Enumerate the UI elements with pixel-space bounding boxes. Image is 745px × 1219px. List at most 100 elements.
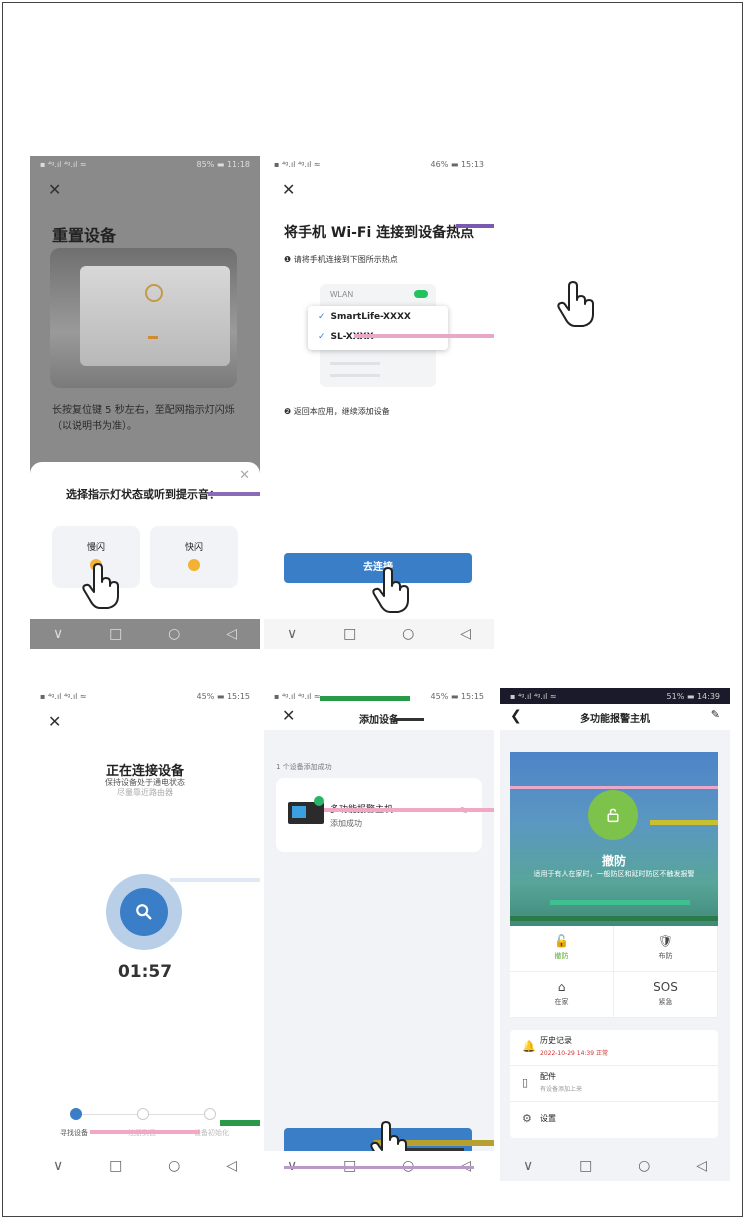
home-mode-button[interactable]: ⌂ 在家 bbox=[510, 972, 614, 1018]
menu-sub: 有设备添加上来 bbox=[540, 1086, 583, 1093]
nav-triangle-icon[interactable]: ◁ bbox=[696, 1158, 707, 1174]
page-title: 多功能报警主机 bbox=[580, 714, 650, 725]
unlock-icon: 🔓 bbox=[554, 934, 569, 948]
nav-back-icon[interactable]: ∨ bbox=[53, 626, 63, 642]
placeholder-line bbox=[330, 362, 380, 365]
signal-indicator: ▪ ⁴ᵍ.ıl ⁴ᵍ.ıl ≈ bbox=[274, 692, 321, 701]
hotspot-name: SmartLife-XXXX bbox=[330, 312, 411, 322]
option-label: 快闪 bbox=[184, 543, 203, 553]
page-title: 正在连接设备 bbox=[105, 764, 184, 779]
close-icon[interactable]: ✕ bbox=[48, 180, 61, 199]
edit-icon[interactable]: ✎ bbox=[711, 708, 720, 721]
tap-hand-icon bbox=[370, 566, 410, 614]
glitch-bar bbox=[354, 334, 494, 338]
nav-home-icon[interactable]: ○ bbox=[638, 1158, 650, 1174]
tap-hand-icon bbox=[80, 562, 120, 610]
arm-mode: 撤防 bbox=[601, 854, 626, 868]
option-label: 慢闪 bbox=[86, 543, 105, 553]
disarm-button[interactable]: 🔓 撤防 bbox=[510, 926, 614, 972]
mode-label: 在家 bbox=[554, 998, 569, 1006]
nav-home-icon[interactable]: ○ bbox=[168, 1158, 180, 1174]
hotspot-item: ✓ SmartLife-XXXX bbox=[318, 312, 411, 322]
step-dot bbox=[137, 1108, 149, 1120]
countdown-timer: 01:57 bbox=[117, 962, 173, 982]
reset-device-screen: ▪ ⁴ᵍ.ıl ⁴ᵍ.ıl ≈ 85% ▬ 11:18 ✕ 重置设备 长按复位键… bbox=[30, 156, 260, 649]
nav-square-icon[interactable]: □ bbox=[109, 626, 122, 642]
battery-time: 51% ▬ 14:39 bbox=[666, 692, 720, 701]
page-title: 重置设备 bbox=[52, 226, 117, 245]
nav-square-icon[interactable]: □ bbox=[109, 1158, 122, 1174]
status-bar: ▪ ⁴ᵍ.ıl ⁴ᵍ.ıl ≈ 45% ▬ 15:15 bbox=[30, 688, 260, 704]
device-image bbox=[50, 248, 237, 388]
home-icon: ⌂ bbox=[557, 980, 566, 994]
device-status: 添加成功 bbox=[330, 819, 362, 828]
indicator-sheet: ✕ 选择指示灯状态或听到提示音： 慢闪 快闪 bbox=[30, 462, 260, 622]
placeholder-line bbox=[330, 374, 380, 377]
search-icon bbox=[120, 888, 168, 936]
signal-indicator: ▪ ⁴ᵍ.ıl ⁴ᵍ.ıl ≈ bbox=[274, 160, 321, 169]
menu-label: 设置 bbox=[540, 1114, 556, 1123]
battery-time: 46% ▬ 15:13 bbox=[430, 160, 484, 169]
signal-indicator: ▪ ⁴ᵍ.ıl ⁴ᵍ.ıl ≈ bbox=[40, 692, 87, 701]
reset-instructions: 长按复位键 5 秒左右，至配网指示灯闪烁（以说明书为准）。 bbox=[52, 405, 235, 432]
glitch-bar bbox=[550, 900, 690, 905]
header: ❮ 多功能报警主机 ✎ bbox=[500, 704, 730, 730]
nav-triangle-icon[interactable]: ◁ bbox=[226, 626, 237, 642]
glitch-bar bbox=[90, 1130, 200, 1134]
mode-label: 撤防 bbox=[554, 952, 569, 960]
nav-home-icon[interactable]: ○ bbox=[402, 626, 414, 642]
nav-square-icon[interactable]: □ bbox=[579, 1158, 592, 1174]
glitch-bar bbox=[456, 224, 494, 228]
wlan-label: WLAN bbox=[330, 290, 354, 299]
history-row[interactable]: 🔔 历史记录 2022-10-29 14:39 正常 bbox=[510, 1030, 718, 1066]
settings-row[interactable]: ⚙ 设置 bbox=[510, 1102, 718, 1138]
glitch-bar bbox=[650, 820, 718, 825]
close-icon[interactable]: ✕ bbox=[48, 712, 61, 731]
check-icon: ✓ bbox=[318, 332, 326, 342]
connecting-hint: 保持设备处于通电状态 尽量靠近路由器 bbox=[30, 778, 260, 798]
glitch-bar bbox=[394, 718, 424, 721]
connecting-screen: ▪ ⁴ᵍ.ıl ⁴ᵍ.ıl ≈ 45% ▬ 15:15 ✕ 正在连接设备 保持设… bbox=[30, 688, 260, 1181]
glitch-bar bbox=[510, 916, 718, 921]
page-title: 添加设备 bbox=[359, 715, 399, 726]
sensor-icon: ▯ bbox=[522, 1076, 529, 1089]
progress-ring bbox=[106, 874, 182, 950]
page-title: 将手机 Wi-Fi 连接到设备热点 bbox=[284, 225, 475, 241]
step-label: 寻找设备 bbox=[60, 1129, 88, 1137]
nav-square-icon[interactable]: □ bbox=[343, 626, 356, 642]
sheet-close-icon[interactable]: ✕ bbox=[239, 468, 250, 483]
signal-indicator: ▪ ⁴ᵍ.ıl ⁴ᵍ.ıl ≈ bbox=[40, 160, 87, 169]
menu-label: 历史记录 bbox=[540, 1036, 572, 1045]
battery-time: 45% ▬ 15:15 bbox=[430, 692, 484, 701]
success-check-icon bbox=[314, 796, 324, 806]
sheet-title: 选择指示灯状态或听到提示音： bbox=[66, 488, 220, 501]
nav-triangle-icon[interactable]: ◁ bbox=[460, 626, 471, 642]
glitch-bar bbox=[170, 878, 260, 882]
nav-home-icon[interactable]: ○ bbox=[168, 626, 180, 642]
gear-icon: ⚙ bbox=[522, 1112, 532, 1125]
glitch-bar bbox=[324, 808, 494, 812]
emergency-button[interactable]: SOS 紧急 bbox=[614, 972, 718, 1018]
unlock-icon[interactable] bbox=[588, 790, 638, 840]
accessories-row[interactable]: ▯ 配件 有设备添加上来 bbox=[510, 1066, 718, 1102]
check-icon: ✓ bbox=[318, 312, 326, 322]
mode-grid: 🔓 撤防 🛡 布防 ⌂ 在家 SOS 紧急 bbox=[510, 926, 718, 1018]
device-card[interactable]: 多功能报警主机 添加成功 ✎ bbox=[276, 778, 482, 852]
close-icon[interactable]: ✕ bbox=[282, 180, 295, 199]
bell-icon: 🔔 bbox=[522, 1040, 536, 1053]
fast-blink-option[interactable]: 快闪 bbox=[150, 526, 238, 588]
nav-back-icon[interactable]: ∨ bbox=[523, 1158, 533, 1174]
nav-back-icon[interactable]: ∨ bbox=[53, 1158, 63, 1174]
arm-button[interactable]: 🛡 布防 bbox=[614, 926, 718, 972]
status-bar: ▪ ⁴ᵍ.ıl ⁴ᵍ.ıl ≈ 51% ▬ 14:39 bbox=[500, 688, 730, 704]
shield-icon: 🛡 bbox=[657, 934, 674, 948]
nav-back-icon[interactable]: ∨ bbox=[287, 626, 297, 642]
power-icon bbox=[145, 284, 163, 302]
arm-status-panel: 撤防 适用于有人在家时，一般防区和延时防区不触发报警 bbox=[510, 752, 718, 926]
status-bar: ▪ ⁴ᵍ.ıl ⁴ᵍ.ıl ≈ 85% ▬ 11:18 bbox=[30, 156, 260, 172]
nav-triangle-icon[interactable]: ◁ bbox=[226, 1158, 237, 1174]
system-nav-bar: ∨ □ ○ ◁ bbox=[264, 619, 494, 649]
glitch-bar bbox=[220, 1120, 260, 1126]
settings-menu: 🔔 历史记录 2022-10-29 14:39 正常 ▯ 配件 有设备添加上来 … bbox=[510, 1030, 718, 1138]
hint-line: 尽量靠近路由器 bbox=[117, 788, 173, 797]
